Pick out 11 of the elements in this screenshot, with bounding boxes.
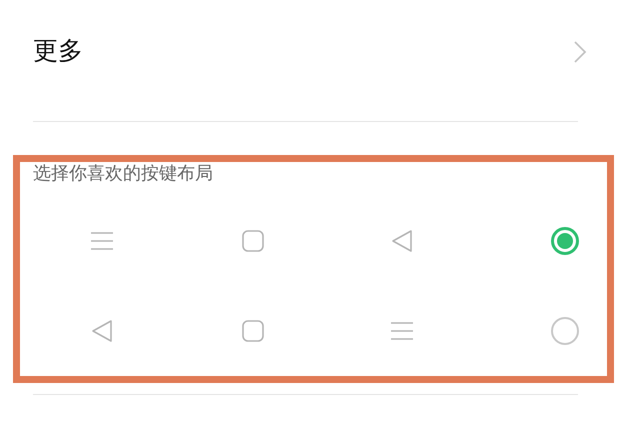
menu-icon (90, 231, 114, 251)
triangle-icon (91, 319, 113, 343)
radio-button[interactable] (551, 227, 579, 255)
square-icon (242, 320, 264, 342)
section-title: 选择你喜欢的按键布局 (33, 162, 213, 184)
more-label: 更多 (33, 36, 83, 68)
menu-icon (390, 321, 414, 341)
chevron-right-icon[interactable] (573, 40, 587, 64)
radio-button[interactable] (551, 317, 579, 345)
square-icon (242, 230, 264, 252)
triangle-icon (391, 229, 413, 253)
